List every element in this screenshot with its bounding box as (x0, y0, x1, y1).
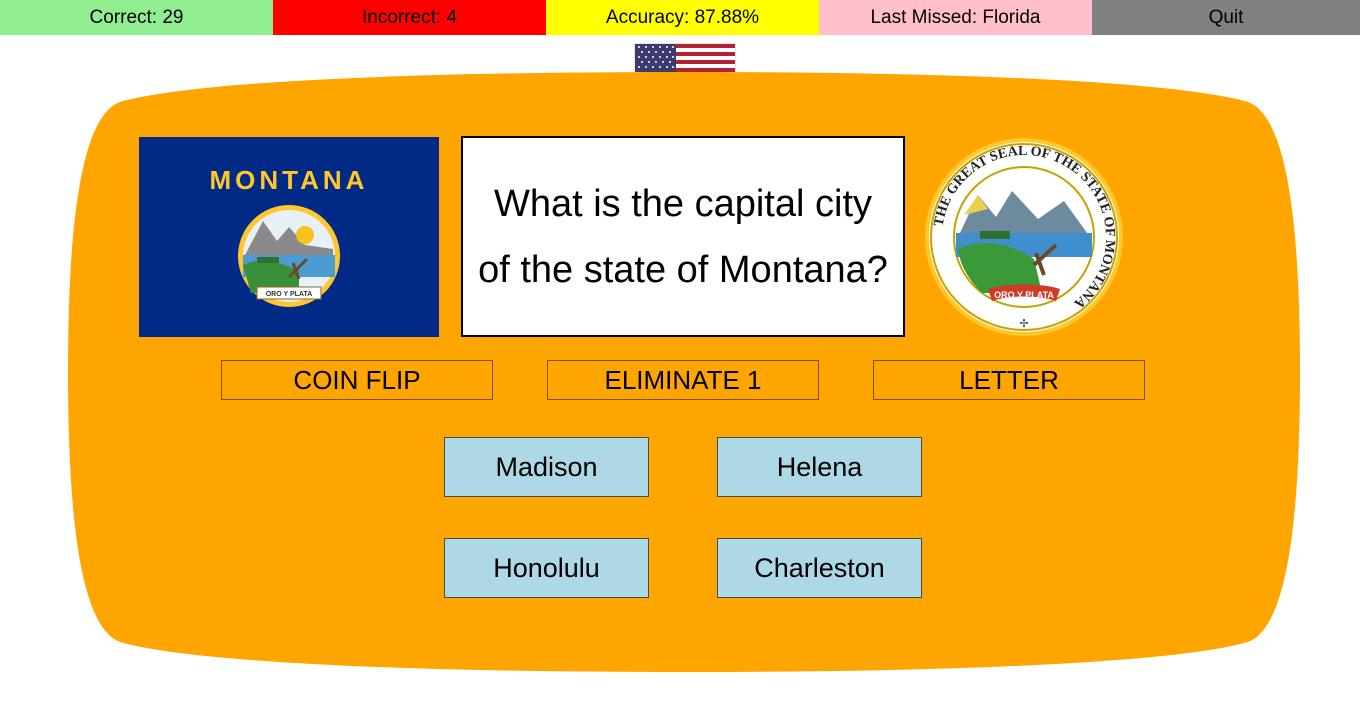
seal-motto-text: ORO Y PLATA (994, 290, 1054, 300)
coin-flip-button[interactable]: COIN FLIP (221, 360, 493, 400)
answer-button[interactable]: Helena (717, 437, 922, 497)
answer-button[interactable]: Madison (444, 437, 649, 497)
question-box: What is the capital city of the state of… (461, 136, 905, 337)
accuracy-display: Accuracy: 87.88% (546, 0, 819, 35)
question-text: What is the capital city of the state of… (478, 182, 888, 291)
incorrect-count: Incorrect: 4 (273, 0, 546, 35)
montana-seal-image: THE GREAT SEAL OF THE STATE OF MONTANA O… (925, 138, 1123, 336)
letter-hint-button[interactable]: LETTER (873, 360, 1145, 400)
answer-button[interactable]: Honolulu (444, 538, 649, 598)
flag-motto-text: ORO Y PLATA (266, 291, 313, 298)
answer-button[interactable]: Charleston (717, 538, 922, 598)
flag-banner-text: MONTANA (210, 165, 369, 195)
score-bar: Correct: 29 Incorrect: 4 Accuracy: 87.88… (0, 0, 1361, 35)
quit-button[interactable]: Quit (1092, 0, 1360, 35)
last-missed-display: Last Missed: Florida (819, 0, 1092, 35)
correct-count: Correct: 29 (0, 0, 273, 35)
seal-star-icon: ✢ (1019, 318, 1028, 330)
montana-flag-image: MONTANA ORO Y PLATA (139, 137, 439, 337)
eliminate-one-button[interactable]: ELIMINATE 1 (547, 360, 819, 400)
